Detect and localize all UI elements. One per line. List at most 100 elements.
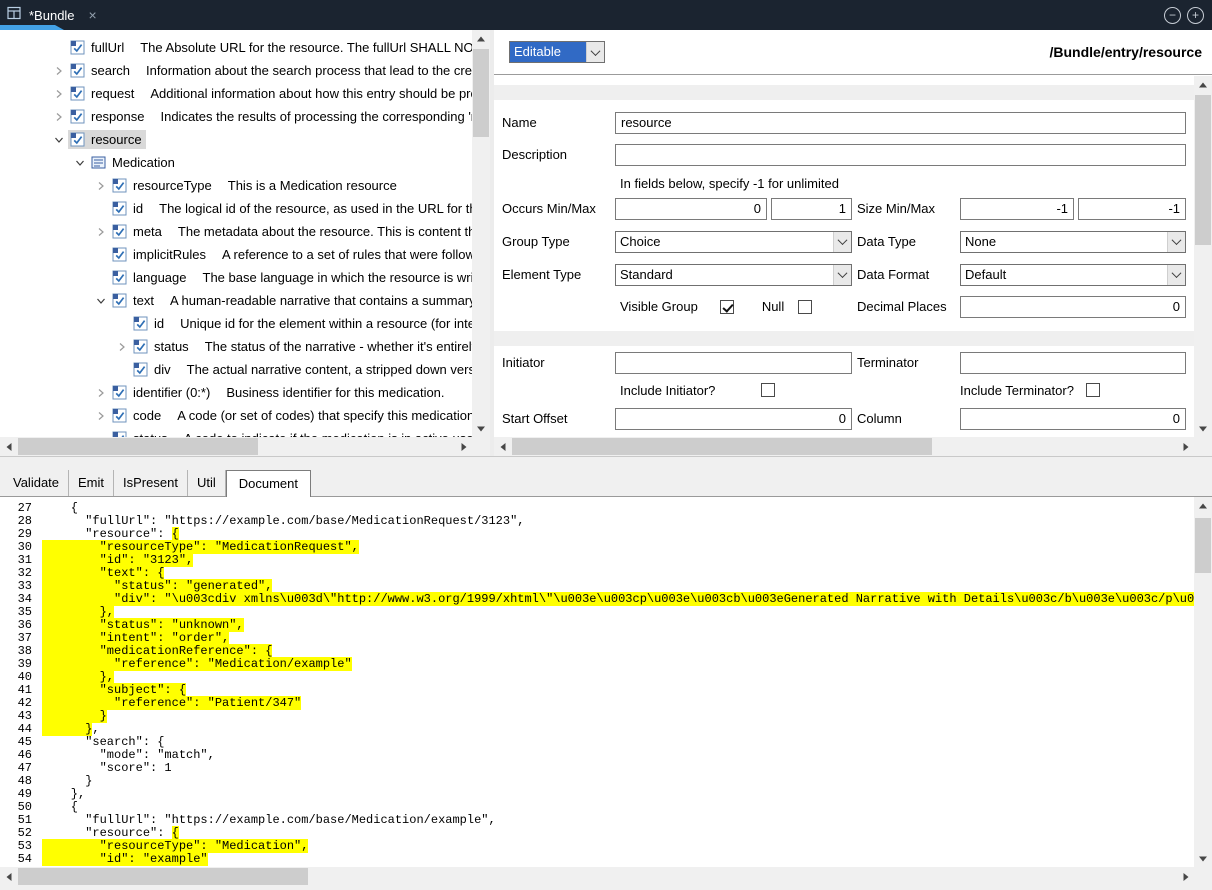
collapsed-chevron-icon[interactable] — [50, 64, 68, 78]
tree-horizontal-scrollbar[interactable] — [0, 437, 472, 456]
group-type-select[interactable]: Choice — [615, 231, 852, 253]
collapsed-chevron-icon[interactable] — [92, 179, 110, 193]
chevron-down-icon[interactable] — [833, 232, 851, 252]
collapse-circle-button[interactable]: − — [1164, 7, 1181, 24]
name-input[interactable] — [615, 112, 1186, 134]
tree-item-main[interactable]: status — [110, 429, 172, 437]
tree-item-text[interactable]: textA human-readable narrative that cont… — [0, 289, 472, 312]
include-initiator-checkbox[interactable] — [761, 383, 775, 397]
inspector-vscroll-thumb[interactable] — [1195, 95, 1211, 245]
occurs-min-input[interactable] — [615, 198, 767, 220]
tree-item-resourcetype[interactable]: resourceTypeThis is a Medication resourc… — [0, 174, 472, 197]
tree-item-main[interactable]: response — [68, 107, 148, 126]
tree-item-main[interactable]: text — [110, 291, 158, 310]
decimal-places-input[interactable] — [960, 296, 1186, 318]
collapsed-chevron-icon[interactable] — [50, 110, 68, 124]
collapsed-chevron-icon[interactable] — [113, 340, 131, 354]
tree-hscroll-thumb[interactable] — [18, 438, 258, 455]
include-terminator-checkbox[interactable] — [1086, 383, 1100, 397]
tab-ispresent[interactable]: IsPresent — [114, 470, 188, 496]
mode-select[interactable]: Editable — [509, 41, 605, 63]
scroll-up-arrow-icon[interactable] — [1194, 76, 1212, 93]
collapsed-chevron-icon[interactable] — [50, 87, 68, 101]
chevron-down-icon[interactable] — [586, 42, 604, 62]
document-vertical-scrollbar[interactable] — [1194, 497, 1212, 867]
scroll-right-arrow-icon[interactable] — [1177, 867, 1194, 886]
null-checkbox[interactable] — [798, 300, 812, 314]
inspector-vertical-scrollbar[interactable] — [1194, 76, 1212, 437]
expanded-chevron-icon[interactable] — [50, 133, 68, 147]
tree-item-main[interactable]: Medication — [89, 153, 179, 172]
collapsed-chevron-icon[interactable] — [92, 409, 110, 423]
tree-item-main[interactable]: id — [131, 314, 168, 333]
tree-item-response[interactable]: responseIndicates the results of process… — [0, 105, 472, 128]
document-hscroll-thumb[interactable] — [18, 868, 308, 885]
expand-circle-button[interactable]: + — [1187, 7, 1204, 24]
tree-item-main[interactable]: fullUrl — [68, 38, 128, 57]
scroll-up-arrow-icon[interactable] — [1194, 497, 1212, 514]
tab-emit[interactable]: Emit — [69, 470, 114, 496]
chevron-down-icon[interactable] — [1167, 265, 1185, 285]
tree-item-meta[interactable]: metaThe metadata about the resource. Thi… — [0, 220, 472, 243]
tree-item-implicitrules[interactable]: implicitRulesA reference to a set of rul… — [0, 243, 472, 266]
tree-item-main[interactable]: div — [131, 360, 175, 379]
tree-item-status[interactable]: statusA code to indicate if the medicati… — [0, 427, 472, 437]
element-type-select[interactable]: Standard — [615, 264, 852, 286]
start-offset-input[interactable] — [615, 408, 852, 430]
tree-item-main[interactable]: meta — [110, 222, 166, 241]
expanded-chevron-icon[interactable] — [71, 156, 89, 170]
tree-item-main[interactable]: implicitRules — [110, 245, 210, 264]
scroll-right-arrow-icon[interactable] — [1177, 437, 1194, 456]
visible-group-checkbox[interactable] — [720, 300, 734, 314]
tab-util[interactable]: Util — [188, 470, 226, 496]
size-max-input[interactable] — [1078, 198, 1186, 220]
tree-item-search[interactable]: searchInformation about the search proce… — [0, 59, 472, 82]
tab-document[interactable]: Document — [226, 470, 311, 497]
data-type-select[interactable]: None — [960, 231, 1186, 253]
scroll-left-arrow-icon[interactable] — [0, 867, 17, 886]
scroll-right-arrow-icon[interactable] — [455, 437, 472, 456]
tree-item-id[interactable]: idThe logical id of the resource, as use… — [0, 197, 472, 220]
tree-vertical-scrollbar[interactable] — [472, 30, 490, 437]
size-min-input[interactable] — [960, 198, 1074, 220]
chevron-down-icon[interactable] — [1167, 232, 1185, 252]
tree-item-status[interactable]: statusThe status of the narrative - whet… — [0, 335, 472, 358]
tree-item-main[interactable]: request — [68, 84, 138, 103]
resource-tree[interactable]: fullUrlThe Absolute URL for the resource… — [0, 30, 472, 437]
tree-item-main[interactable]: language — [110, 268, 191, 287]
inspector-hscroll-thumb[interactable] — [512, 438, 932, 455]
close-icon[interactable]: × — [89, 7, 97, 23]
tree-item-identifier-0[interactable]: identifier (0:*)Business identifier for … — [0, 381, 472, 404]
tree-item-fullurl[interactable]: fullUrlThe Absolute URL for the resource… — [0, 36, 472, 59]
tab-validate[interactable]: Validate — [4, 470, 69, 496]
tree-item-div[interactable]: divThe actual narrative content, a strip… — [0, 358, 472, 381]
tree-item-main[interactable]: resource — [68, 130, 146, 149]
collapsed-chevron-icon[interactable] — [92, 225, 110, 239]
data-format-select[interactable]: Default — [960, 264, 1186, 286]
scroll-down-arrow-icon[interactable] — [472, 420, 490, 437]
terminator-input[interactable] — [960, 352, 1186, 374]
tree-item-main[interactable]: identifier (0:*) — [110, 383, 214, 402]
tree-item-language[interactable]: languageThe base language in which the r… — [0, 266, 472, 289]
scroll-left-arrow-icon[interactable] — [0, 437, 17, 456]
tree-item-code[interactable]: codeA code (or set of codes) that specif… — [0, 404, 472, 427]
tree-vscroll-thumb[interactable] — [473, 49, 489, 137]
tree-item-main[interactable]: status — [131, 337, 193, 356]
document-vscroll-thumb[interactable] — [1195, 518, 1211, 573]
document-horizontal-scrollbar[interactable] — [0, 867, 1194, 886]
initiator-input[interactable] — [615, 352, 852, 374]
scroll-left-arrow-icon[interactable] — [494, 437, 511, 456]
scroll-down-arrow-icon[interactable] — [1194, 850, 1212, 867]
tree-item-main[interactable]: resourceType — [110, 176, 216, 195]
scroll-up-arrow-icon[interactable] — [472, 30, 490, 47]
tree-item-request[interactable]: requestAdditional information about how … — [0, 82, 472, 105]
tree-item-resource[interactable]: resource — [0, 128, 472, 151]
document-code[interactable]: 27 {28 "fullUrl": "https://example.com/b… — [0, 497, 1194, 867]
occurs-max-input[interactable] — [771, 198, 852, 220]
inspector-horizontal-scrollbar[interactable] — [494, 437, 1194, 456]
chevron-down-icon[interactable] — [833, 265, 851, 285]
collapsed-chevron-icon[interactable] — [92, 386, 110, 400]
tree-item-id[interactable]: idUnique id for the element within a res… — [0, 312, 472, 335]
description-input[interactable] — [615, 144, 1186, 166]
column-input[interactable] — [960, 408, 1186, 430]
